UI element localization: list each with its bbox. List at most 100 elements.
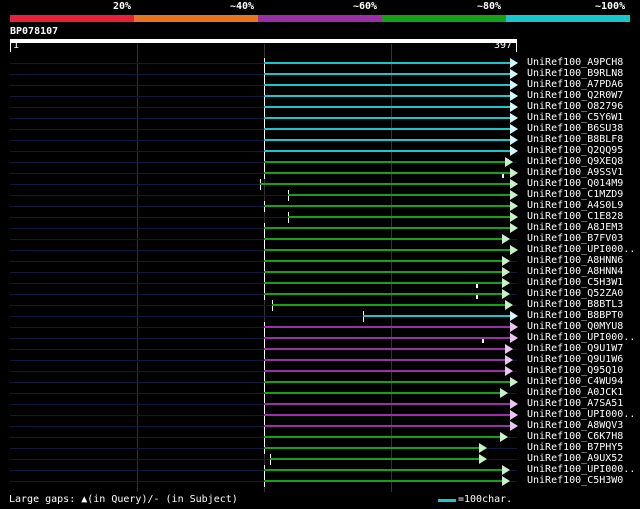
alignment-bar[interactable] — [272, 304, 506, 306]
hit-name[interactable]: UniRef100_UPI000.. — [527, 244, 635, 255]
alignment-bar[interactable] — [263, 139, 511, 141]
alignment-bar[interactable] — [263, 249, 511, 251]
hit-name[interactable]: UniRef100_C4WU94 — [527, 376, 623, 387]
hit-name[interactable]: UniRef100_Q9XEQ8 — [527, 156, 623, 167]
alignment-arrow-icon — [510, 311, 518, 321]
alignment-bar[interactable] — [263, 447, 481, 449]
hit-name[interactable]: UniRef100_C1E828 — [527, 211, 623, 222]
alignment-arrow-icon — [510, 190, 518, 200]
hit-name[interactable]: UniRef100_B7PHY5 — [527, 442, 623, 453]
hit-name[interactable]: UniRef100_A0JCK1 — [527, 387, 623, 398]
query-gap-icon — [476, 295, 479, 299]
large-gaps-legend: Large gaps: ▲(in Query)/- (in Subject) — [9, 494, 238, 505]
alignment-bar[interactable] — [363, 315, 511, 317]
alignment-bar[interactable] — [263, 73, 511, 75]
alignment-bar[interactable] — [263, 359, 506, 361]
alignment-arrow-icon — [479, 443, 488, 453]
alignment-arrow-icon — [479, 454, 488, 464]
alignment-bar[interactable] — [263, 480, 504, 482]
hit-name[interactable]: UniRef100_C5H3W0 — [527, 475, 623, 486]
hit-name[interactable]: UniRef100_C1MZD9 — [527, 189, 623, 200]
hit-name[interactable]: UniRef100_B8BPT0 — [527, 310, 623, 321]
hit-name[interactable]: UniRef100_Q014M9 — [527, 178, 623, 189]
alignment-arrow-icon — [502, 465, 511, 475]
alignment-arrow-icon — [502, 278, 511, 288]
hit-name[interactable]: UniRef100_C5Y6W1 — [527, 112, 623, 123]
alignment-bar[interactable] — [263, 469, 504, 471]
hit-name[interactable]: UniRef100_C5H3W1 — [527, 277, 623, 288]
hit-name[interactable]: UniRef100_UPI000.. — [527, 409, 635, 420]
alignment-arrow-icon — [510, 135, 518, 145]
alignment-bar[interactable] — [263, 84, 511, 86]
hit-name[interactable]: UniRef100_A8HNN6 — [527, 255, 623, 266]
alignment-bar[interactable] — [263, 238, 504, 240]
hit-name[interactable]: UniRef100_B7FV03 — [527, 233, 623, 244]
alignment-bar[interactable] — [263, 227, 511, 229]
alignment-bar[interactable] — [263, 271, 504, 273]
alignment-bar[interactable] — [263, 260, 504, 262]
alignment-bar[interactable] — [263, 414, 511, 416]
hit-name[interactable]: UniRef100_UPI000.. — [527, 464, 635, 475]
alignment-bar[interactable] — [263, 425, 511, 427]
hit-name[interactable]: UniRef100_UPI000.. — [527, 332, 635, 343]
alignment-arrow-icon — [510, 322, 518, 332]
alignment-bar[interactable] — [263, 161, 506, 163]
alignment-bar[interactable] — [263, 205, 511, 207]
alignment-bar[interactable] — [287, 216, 511, 218]
alignment-bar[interactable] — [263, 95, 511, 97]
alignment-arrow-icon — [502, 267, 511, 277]
alignment-bar[interactable] — [263, 337, 511, 339]
alignment-bar[interactable] — [263, 436, 501, 438]
alignment-bar[interactable] — [263, 150, 511, 152]
alignment-bar[interactable] — [287, 194, 511, 196]
hit-name[interactable]: UniRef100_B8BLF8 — [527, 134, 623, 145]
hit-row[interactable]: UniRef100_C5H3W0 — [0, 475, 640, 487]
alignment-bar[interactable] — [263, 62, 511, 64]
alignment-bar[interactable] — [263, 403, 511, 405]
hit-name[interactable]: UniRef100_A9SSV1 — [527, 167, 623, 178]
hit-name[interactable]: UniRef100_Q52ZA0 — [527, 288, 623, 299]
alignment-arrow-icon — [504, 300, 513, 310]
alignment-arrow-icon — [510, 223, 518, 233]
hit-name[interactable]: UniRef100_Q2R0W7 — [527, 90, 623, 101]
scale-legend-line — [438, 499, 456, 502]
alignment-arrow-icon — [510, 399, 518, 409]
hit-name[interactable]: UniRef100_C6K7H8 — [527, 431, 623, 442]
hit-name[interactable]: UniRef100_B9RLN8 — [527, 68, 623, 79]
hit-name[interactable]: UniRef100_Q0MYU8 — [527, 321, 623, 332]
hit-name[interactable]: UniRef100_A8WQV3 — [527, 420, 623, 431]
hit-name[interactable]: UniRef100_A4S0L9 — [527, 200, 623, 211]
alignment-bar[interactable] — [263, 348, 506, 350]
alignment-bar[interactable] — [259, 183, 511, 185]
hit-name[interactable]: UniRef100_O82796 — [527, 101, 623, 112]
hit-name[interactable]: UniRef100_A8HNN4 — [527, 266, 623, 277]
alignment-arrow-icon — [510, 91, 518, 101]
alignment-bar[interactable] — [263, 293, 504, 295]
alignment-bar[interactable] — [263, 392, 501, 394]
hit-name[interactable]: UniRef100_B6SU38 — [527, 123, 623, 134]
alignment-bar[interactable] — [263, 381, 511, 383]
hit-name[interactable]: UniRef100_Q2QQ95 — [527, 145, 623, 156]
alignment-bar[interactable] — [263, 117, 511, 119]
hit-name[interactable]: UniRef100_Q9U1W7 — [527, 343, 623, 354]
alignment-bar[interactable] — [263, 370, 506, 372]
alignment-arrow-icon — [502, 289, 511, 299]
hit-name[interactable]: UniRef100_A7SA51 — [527, 398, 623, 409]
query-gap-icon — [476, 284, 479, 288]
alignment-bar[interactable] — [263, 282, 504, 284]
alignment-bar[interactable] — [263, 106, 511, 108]
hit-name[interactable]: UniRef100_A8JEM3 — [527, 222, 623, 233]
alignment-bar[interactable] — [263, 326, 511, 328]
hit-name[interactable]: UniRef100_Q95Q10 — [527, 365, 623, 376]
alignment-arrow-icon — [510, 201, 518, 211]
hit-name[interactable]: UniRef100_A9UX52 — [527, 453, 623, 464]
alignment-arrow-icon — [504, 355, 513, 365]
hit-name[interactable]: UniRef100_A9PCH8 — [527, 57, 623, 68]
hit-name[interactable]: UniRef100_A7PDA6 — [527, 79, 623, 90]
alignment-bar[interactable] — [269, 458, 481, 460]
hit-name[interactable]: UniRef100_B8BTL3 — [527, 299, 623, 310]
hit-name[interactable]: UniRef100_Q9U1W6 — [527, 354, 623, 365]
alignment-bar[interactable] — [263, 128, 511, 130]
alignment-bar[interactable] — [263, 172, 511, 174]
alignment-arrow-icon — [502, 256, 511, 266]
